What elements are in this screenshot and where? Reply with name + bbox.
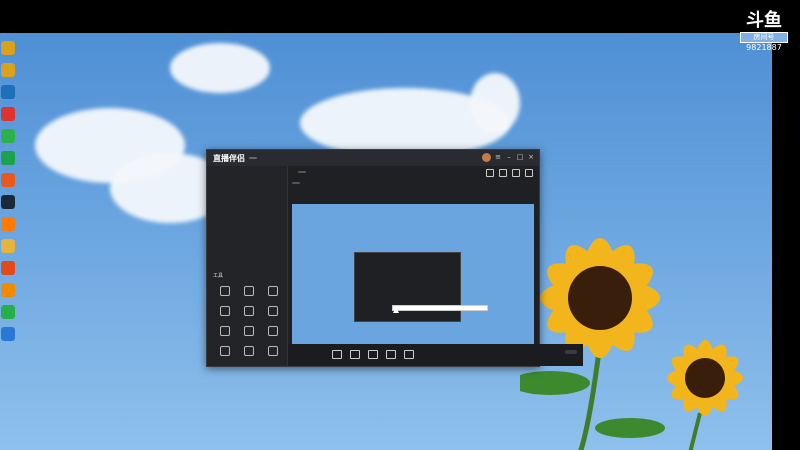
maximize-icon[interactable]: □: [516, 153, 524, 161]
desktop-app-icon[interactable]: [1, 217, 15, 231]
mouse-cursor: [393, 307, 399, 313]
action-icon: [386, 350, 396, 359]
nested-preview-window: [354, 252, 461, 322]
minimize-icon[interactable]: –: [505, 153, 513, 161]
sunflowers: [520, 238, 743, 450]
action-icon: [404, 350, 414, 359]
tool-item[interactable]: [261, 346, 285, 358]
action-icon: [368, 350, 378, 359]
window-controls: ≡ – □ ×: [482, 153, 535, 162]
right-panel: [288, 166, 583, 366]
share-icon[interactable]: [525, 169, 533, 177]
desktop-app-icon[interactable]: [1, 85, 15, 99]
tool-item[interactable]: [213, 346, 237, 358]
tool-icon: [220, 306, 230, 316]
tool-item[interactable]: [237, 306, 261, 318]
streaming-app-window[interactable]: 直播伴侣 ≡ – □ × 工具: [206, 149, 583, 367]
desktop-app-icon[interactable]: [1, 327, 15, 341]
desktop-app-icon[interactable]: [1, 151, 15, 165]
watermark-room-number: 9821887: [746, 43, 782, 52]
tool-item[interactable]: [213, 306, 237, 318]
desktop-app-icon[interactable]: [1, 107, 15, 121]
tools-title: 工具: [213, 273, 224, 279]
menu-icon[interactable]: ≡: [494, 153, 502, 161]
app-titlebar[interactable]: 直播伴侣 ≡ – □ ×: [207, 150, 539, 166]
tool-icon: [268, 346, 278, 356]
desktop-app-icon[interactable]: [1, 195, 15, 209]
top-right-icons: [486, 169, 533, 177]
desktop-app-icon[interactable]: [1, 261, 15, 275]
douyu-watermark: 斗鱼 房间号 9821887: [740, 12, 788, 53]
tool-icon: [244, 346, 254, 356]
tool-item[interactable]: [237, 326, 261, 338]
stream-preview[interactable]: [292, 204, 534, 344]
tool-icon: [220, 346, 230, 356]
action-icon: [332, 350, 342, 359]
tool-icon: [268, 286, 278, 296]
cloud: [170, 43, 270, 93]
tool-item[interactable]: [261, 326, 285, 338]
tool-item[interactable]: [213, 286, 237, 298]
tool-item[interactable]: [261, 306, 285, 318]
settings-icon[interactable]: [499, 169, 507, 177]
tool-icon: [268, 306, 278, 316]
tool-icon: [268, 326, 278, 336]
desktop-app-icon[interactable]: [1, 173, 15, 187]
app-version[interactable]: [249, 157, 257, 159]
top-button[interactable]: [298, 171, 306, 173]
desktop-app-icon[interactable]: [1, 283, 15, 297]
desktop-icon-column: [0, 33, 18, 341]
scene-item[interactable]: [207, 173, 287, 177]
cloud: [470, 73, 520, 133]
chat-icon[interactable]: [512, 169, 520, 177]
right-sub-bar: [288, 178, 539, 188]
desktop-app-icon[interactable]: [1, 63, 15, 77]
close-icon[interactable]: ×: [527, 153, 535, 161]
watermark-logo: 斗鱼: [746, 10, 782, 31]
watermark-room-label: 房间号: [740, 32, 788, 43]
avatar[interactable]: [482, 153, 491, 162]
desktop-app-icon[interactable]: [1, 41, 15, 55]
tool-icon: [244, 306, 254, 316]
gift-icon[interactable]: [486, 169, 494, 177]
bottom-action[interactable]: [368, 350, 378, 360]
bottom-action[interactable]: [386, 350, 396, 360]
action-icon: [350, 350, 360, 359]
desktop-app-icon[interactable]: [1, 129, 15, 143]
tool-icon: [220, 286, 230, 296]
bottom-action[interactable]: [350, 350, 360, 360]
right-top-bar: [288, 166, 539, 178]
left-panel: 工具: [207, 166, 288, 366]
tool-grid: [213, 286, 285, 358]
bottom-action-bar: [288, 344, 583, 366]
tool-icon: [244, 286, 254, 296]
app-logo: 直播伴侣: [213, 153, 245, 163]
tooltip: [392, 305, 488, 311]
left-tabs: [207, 166, 287, 173]
start-live-button[interactable]: [565, 350, 577, 354]
sub-item-1[interactable]: [292, 182, 300, 184]
desktop-app-icon[interactable]: [1, 305, 15, 319]
tool-item[interactable]: [213, 326, 237, 338]
tool-item[interactable]: [237, 286, 261, 298]
desktop-app-icon[interactable]: [1, 239, 15, 253]
bottom-action[interactable]: [332, 350, 342, 360]
tool-item[interactable]: [237, 346, 261, 358]
bottom-action[interactable]: [404, 350, 414, 360]
tool-item[interactable]: [261, 286, 285, 298]
tool-icon: [220, 326, 230, 336]
tool-icon: [244, 326, 254, 336]
